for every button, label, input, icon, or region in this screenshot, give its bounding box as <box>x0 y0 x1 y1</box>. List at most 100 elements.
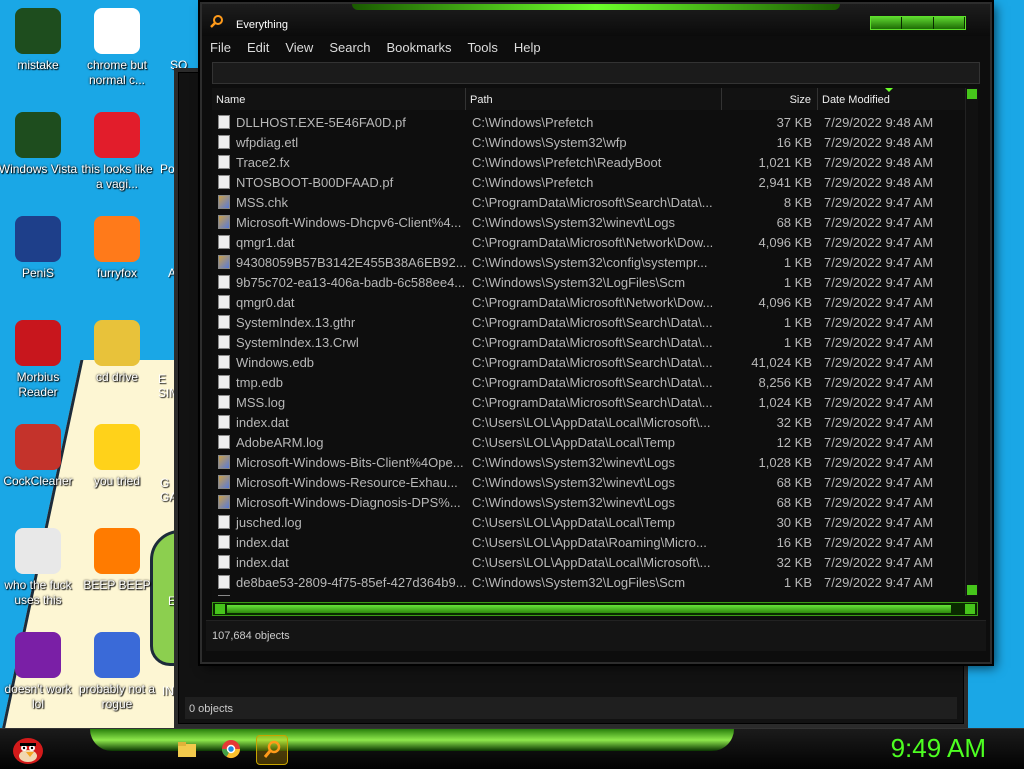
table-row[interactable]: qmgr0.dat C:\ProgramData\Microsoft\Networ… <box>212 292 966 312</box>
cell-size: 1 KB <box>783 274 812 290</box>
search-input[interactable] <box>212 62 980 84</box>
cell-name: Microsoft-Windows-Bits-Client%4Ope... <box>212 455 466 470</box>
desktop-icon[interactable]: CockCleaner <box>0 416 78 489</box>
desktop-icon-image <box>15 8 61 54</box>
partial-icon-label[interactable]: Po <box>160 162 175 176</box>
desktop-icon[interactable]: Windows Vista <box>0 104 78 177</box>
table-row[interactable]: 94308059B57B3142E455B38A6EB92... C:\Windo… <box>212 252 966 272</box>
cell-name-text: DLLHOST.EXE-5E46FA0D.pf <box>236 114 406 130</box>
desktop-icon[interactable]: probably not a rogue <box>77 624 157 712</box>
menu-help[interactable]: Help <box>514 40 541 55</box>
table-row[interactable]: Windows.edb C:\ProgramData\Microsoft\Sear… <box>212 352 966 372</box>
column-header-date-label: Date Modified <box>822 94 890 106</box>
desktop-icon[interactable]: you tried <box>77 416 157 489</box>
start-button-angry-bird-icon[interactable] <box>6 731 46 767</box>
table-row[interactable]: Microsoft-Windows-Diagnosis-DPS%... C:\Wi… <box>212 492 966 512</box>
table-row[interactable]: de8bae53-2809-4f75-85ef-427d364b9... C:\W… <box>212 572 966 592</box>
cell-date: 7/29/2022 9:47 AM <box>824 574 934 590</box>
partial-icon-label[interactable]: E <box>168 594 176 608</box>
title-bar[interactable]: Everything <box>202 4 990 36</box>
cell-name: EtwRTUBPM.etl <box>212 595 466 596</box>
table-row[interactable]: DLLHOST.EXE-5E46FA0D.pf C:\Windows\Prefet… <box>212 112 966 132</box>
cell-path: C:\Windows\System32\winevt\Logs <box>472 454 676 470</box>
scroll-left-button[interactable] <box>215 604 225 614</box>
desktop-icon[interactable]: this looks like a vagi... <box>77 104 157 192</box>
horizontal-scrollbar[interactable] <box>212 602 978 616</box>
table-row[interactable]: wfpdiag.etl C:\Windows\System32\wfp 16 KB 7… <box>212 132 966 152</box>
desktop-icon-label: this looks like a vagi... <box>81 162 153 191</box>
partial-icon-label[interactable]: A <box>168 266 176 280</box>
desktop-icon-label: who the fuck uses this <box>4 578 72 607</box>
menu-bookmarks[interactable]: Bookmarks <box>387 40 452 55</box>
desktop-icon[interactable]: BEEP BEEP <box>77 520 157 593</box>
menu-search[interactable]: Search <box>329 40 370 55</box>
column-header-name[interactable]: Name <box>212 88 466 110</box>
cell-name-text: 9b75c702-ea13-406a-badb-6c588ee4... <box>236 274 466 290</box>
maximize-button[interactable] <box>902 17 934 29</box>
cell-date: 7/29/2022 9:47 AM <box>824 314 934 330</box>
table-row[interactable]: SystemIndex.13.Crwl C:\ProgramData\Micros… <box>212 332 966 352</box>
desktop-icon[interactable]: doesn't work lol <box>0 624 78 712</box>
minimize-button[interactable] <box>871 17 903 29</box>
table-row[interactable]: EtwRTUBPM.etl C:\Windows\System32\LogFile… <box>212 592 966 596</box>
desktop-icon[interactable]: mistake <box>0 0 78 73</box>
close-button[interactable] <box>933 17 965 29</box>
everything-window[interactable]: Everything File Edit View Search Bookmar… <box>200 2 992 664</box>
menu-edit[interactable]: Edit <box>247 40 269 55</box>
desktop-icon[interactable]: furryfox <box>77 208 157 281</box>
cell-date: 7/29/2022 9:47 AM <box>824 474 934 490</box>
table-row[interactable]: Microsoft-Windows-Bits-Client%4Ope... C:\… <box>212 452 966 472</box>
scroll-right-button[interactable] <box>965 604 975 614</box>
scroll-down-button[interactable] <box>967 585 977 595</box>
desktop-icon[interactable]: cd drive <box>77 312 157 385</box>
desktop-icon[interactable]: Morbius Reader <box>0 312 78 400</box>
folder-icon[interactable] <box>172 735 202 763</box>
horizontal-scroll-thumb[interactable] <box>227 605 951 613</box>
cell-path: C:\ProgramData\Microsoft\Search\Data\... <box>472 314 713 330</box>
cell-size: 16 KB <box>776 134 812 150</box>
vertical-scrollbar[interactable] <box>965 88 978 596</box>
chrome-icon[interactable] <box>216 735 246 763</box>
table-row[interactable]: index.dat C:\Users\LOL\AppData\Roaming\Mi… <box>212 532 966 552</box>
menu-file[interactable]: File <box>210 40 231 55</box>
desktop-icon-label: doesn't work lol <box>4 682 72 711</box>
table-row[interactable]: tmp.edb C:\ProgramData\Microsoft\Search\D… <box>212 372 966 392</box>
table-row[interactable]: qmgr1.dat C:\ProgramData\Microsoft\Networ… <box>212 232 966 252</box>
table-row[interactable]: 9b75c702-ea13-406a-badb-6c588ee4... C:\Wi… <box>212 272 966 292</box>
file-icon <box>218 335 230 349</box>
cell-size: 32 KB <box>776 414 812 430</box>
window-title: Everything <box>236 19 288 31</box>
table-row[interactable]: NTOSBOOT-B00DFAAD.pf C:\Windows\Prefetch 2… <box>212 172 966 192</box>
table-row[interactable]: index.dat C:\Users\LOL\AppData\Local\Micr… <box>212 552 966 572</box>
desktop-icon[interactable]: PeniS <box>0 208 78 281</box>
table-row[interactable]: MSS.chk C:\ProgramData\Microsoft\Search\D… <box>212 192 966 212</box>
table-row[interactable]: MSS.log C:\ProgramData\Microsoft\Search\D… <box>212 392 966 412</box>
menu-tools[interactable]: Tools <box>468 40 498 55</box>
scroll-up-button[interactable] <box>967 89 977 99</box>
cell-name-text: wfpdiag.etl <box>236 134 299 150</box>
desktop-icon-image <box>15 112 61 158</box>
cell-size: 1,021 KB <box>758 154 813 170</box>
file-icon <box>218 575 230 589</box>
table-row[interactable]: SystemIndex.13.gthr C:\ProgramData\Micros… <box>212 312 966 332</box>
cell-name: Microsoft-Windows-Dhcpv6-Client%4... <box>212 215 466 230</box>
table-row[interactable]: Microsoft-Windows-Dhcpv6-Client%4... C:\W… <box>212 212 966 232</box>
partial-icon-label[interactable]: IN <box>162 684 174 698</box>
column-header-path[interactable]: Path <box>466 88 722 110</box>
table-row[interactable]: AdobeARM.log C:\Users\LOL\AppData\Local\T… <box>212 432 966 452</box>
partial-icon-label[interactable]: SO <box>170 58 187 72</box>
cell-path: C:\ProgramData\Microsoft\Search\Data\... <box>472 334 713 350</box>
column-header-date[interactable]: Date Modified <box>818 88 966 110</box>
menu-view[interactable]: View <box>285 40 313 55</box>
table-row[interactable]: Trace2.fx C:\Windows\Prefetch\ReadyBoot 1,… <box>212 152 966 172</box>
everything-taskbar-icon[interactable] <box>256 735 288 765</box>
results-list[interactable]: Name Path Size Date Modified DLLHOST.EXE… <box>212 88 978 616</box>
column-header-size[interactable]: Size <box>722 88 818 110</box>
table-row[interactable]: Microsoft-Windows-Resource-Exhau... C:\Wi… <box>212 472 966 492</box>
desktop-icon[interactable]: chrome but normal c... <box>77 0 157 88</box>
clock[interactable]: 9:49 AM <box>891 733 986 764</box>
table-row[interactable]: jusched.log C:\Users\LOL\AppData\Local\Te… <box>212 512 966 532</box>
desktop-icon[interactable]: who the fuck uses this <box>0 520 78 608</box>
desktop-icon-label: CockCleaner <box>3 474 73 488</box>
table-row[interactable]: index.dat C:\Users\LOL\AppData\Local\Micr… <box>212 412 966 432</box>
